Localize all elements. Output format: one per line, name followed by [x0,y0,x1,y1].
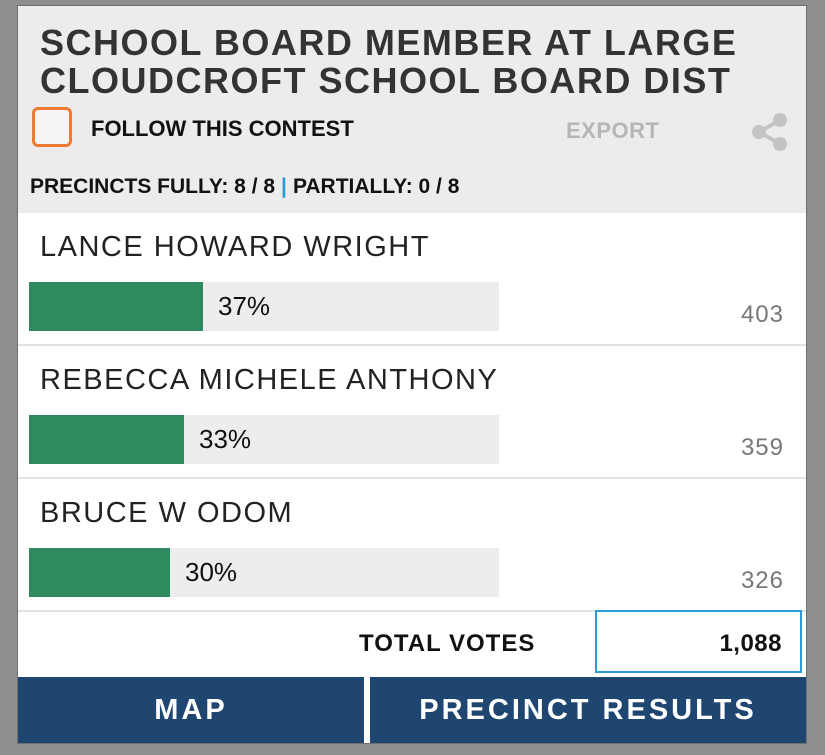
precinct-results-button[interactable]: PRECINCT RESULTS [370,677,806,743]
follow-contest-label[interactable]: FOLLOW THIS CONTEST [91,116,354,142]
vote-share-fill [29,548,170,597]
candidate-name: REBECCA MICHELE ANTHONY [40,364,499,396]
total-votes-label: TOTAL VOTES [359,630,536,657]
vote-share-bar: 37% [29,282,499,331]
precincts-separator: | [281,175,287,198]
contest-header: SCHOOL BOARD MEMBER AT LARGE CLOUDCROFT … [18,6,806,213]
contest-title-line-1: SCHOOL BOARD MEMBER AT LARGE [40,22,738,63]
vote-share-bar: 30% [29,548,499,597]
total-votes-value: 1,088 [719,630,782,657]
precincts-fully: PRECINCTS FULLY: 8 / 8 [30,175,276,198]
vote-share-fill [29,415,184,464]
candidate-votes: 403 [740,301,784,328]
candidate-row: LANCE HOWARD WRIGHT 37% 403 [18,213,806,346]
candidate-votes: 326 [740,567,784,594]
export-button[interactable]: EXPORT [566,118,659,144]
vote-share-percent: 30% [185,557,238,587]
vote-share-percent: 37% [218,291,271,321]
candidate-row: REBECCA MICHELE ANTHONY 33% 359 [18,346,806,479]
vote-share-bar: 33% [29,415,499,464]
candidate-name: BRUCE W ODOM [40,497,294,529]
contest-title-line-2: CLOUDCROFT SCHOOL BOARD DIST [40,60,732,101]
candidate-name: LANCE HOWARD WRIGHT [40,231,430,263]
vote-share-fill [29,282,203,331]
share-icon[interactable] [747,110,791,154]
precincts-reporting: PRECINCTS FULLY: 8 / 8 | PARTIALLY: 0 / 8 [30,175,459,199]
precincts-partially: PARTIALLY: 0 / 8 [292,175,460,198]
total-votes-box: 1,088 [595,610,802,673]
contest-card: SCHOOL BOARD MEMBER AT LARGE CLOUDCROFT … [18,6,806,743]
map-button[interactable]: MAP [18,677,364,743]
vote-share-percent: 33% [199,424,252,454]
candidate-row: BRUCE W ODOM 30% 326 [18,479,806,612]
candidate-votes: 359 [740,434,784,461]
follow-contest-checkbox[interactable] [32,107,72,147]
